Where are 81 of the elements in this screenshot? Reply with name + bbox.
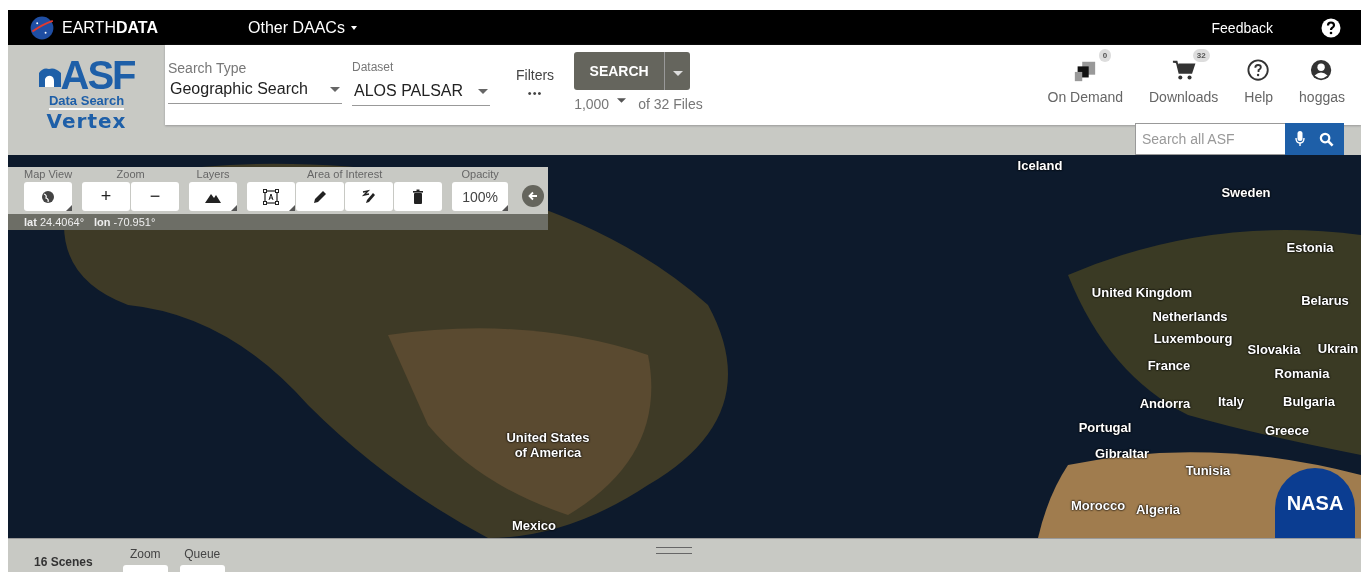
nasa-globe-icon (30, 15, 54, 40)
caret-icon (672, 70, 683, 76)
map-label: Iceland (1017, 158, 1063, 173)
map-label: Estonia (1286, 240, 1334, 255)
dropdown-caret-icon (478, 88, 488, 94)
bounding-box-icon (263, 188, 280, 205)
logo-title: Vertex (46, 110, 127, 132)
dropdown-caret-icon (330, 86, 340, 92)
pencil-icon (312, 188, 329, 205)
map-label: Sweden (1221, 185, 1271, 200)
nav-downloads-button[interactable]: 32 Downloads (1149, 45, 1219, 105)
map-label: Algeria (1135, 502, 1181, 517)
column-label: Zoom (129, 547, 161, 561)
microphone-icon (1295, 131, 1305, 147)
latitude-text: lat 24.4064° (24, 216, 85, 228)
globe-icon (40, 188, 57, 205)
map-label: Luxembourg (1153, 331, 1233, 346)
globe-button[interactable] (24, 182, 73, 211)
mountains-button[interactable] (189, 182, 238, 211)
zoom-button[interactable]: − (131, 182, 180, 211)
feedback-link[interactable]: Feedback (1211, 19, 1273, 36)
count-badge: 32 (1192, 49, 1210, 62)
search-icon (1319, 131, 1334, 147)
map-label: Netherlands (1152, 309, 1228, 324)
results-count: of 32 Files (638, 96, 703, 112)
map-label: Mexico (511, 518, 557, 533)
search-type-dropdown[interactable]: Geographic Search (168, 76, 342, 104)
logo-subtitle: Data Search (48, 93, 125, 110)
map-label: Bulgaria (1283, 394, 1335, 409)
resize-handle[interactable] (656, 547, 692, 554)
toolbar-label: Area of Interest (307, 168, 383, 181)
map-label: Romania (1274, 366, 1330, 381)
left-arrow-icon (527, 190, 540, 202)
zoom-button[interactable]: + (82, 182, 131, 211)
map-label: Greece (1264, 423, 1310, 438)
column-label: Queue (184, 547, 221, 561)
earthdata-logo-text[interactable]: EARTHDATA (62, 18, 158, 37)
site-search-field[interactable]: Search all ASF (1135, 123, 1285, 155)
pencil-zigzag-icon (361, 188, 378, 205)
pencil-button[interactable] (296, 182, 345, 211)
nav-user-button[interactable]: hoggas (1299, 45, 1345, 105)
field-label: Dataset (352, 60, 395, 74)
dataset-dropdown[interactable]: ALOS PALSAR (352, 78, 490, 106)
dropdown-caret-icon (617, 98, 627, 103)
nav-on-demand-button[interactable]: 0 On Demand (1047, 45, 1123, 105)
longitude-text: lon -70.951° (94, 216, 156, 228)
search-options-button[interactable] (664, 52, 691, 90)
map-label: Gibraltar (1094, 446, 1150, 461)
map-label: Andorra (1139, 396, 1191, 411)
nav-help-button[interactable]: Help (1244, 45, 1274, 105)
toolbar-label: Opacity (461, 168, 499, 181)
trash-button[interactable] (394, 182, 443, 211)
filters-button[interactable]: Filters ••• (516, 67, 555, 99)
pencil-zigzag-button[interactable] (345, 182, 394, 211)
map-label: Tunisia (1185, 463, 1231, 478)
help-icon (1246, 59, 1271, 83)
asf-logo-text: ASF (60, 57, 135, 93)
map-label: Belarus (1301, 293, 1349, 308)
map-label: Morocco (1070, 498, 1126, 513)
toolbar-label: Zoom (116, 168, 145, 181)
bounding-box-button[interactable] (247, 182, 296, 211)
help-icon (1321, 17, 1341, 38)
scene-count: 16 Scenes (34, 555, 93, 569)
opacity-button[interactable]: 100% (452, 182, 509, 211)
map-label: United States of America (506, 430, 590, 460)
map-label: Slovakia (1247, 342, 1301, 357)
caret-icon (350, 25, 357, 30)
search-button[interactable]: SEARCH (574, 52, 665, 90)
toolbar-label: Map View (24, 168, 73, 181)
map-label: France (1147, 358, 1191, 373)
max-results-dropdown[interactable]: 1,000 (574, 96, 627, 112)
toolbar-label: Layers (196, 168, 230, 181)
count-badge: 0 (1098, 49, 1112, 62)
map-label: United Kingdom (1091, 285, 1193, 300)
map-label: Portugal (1078, 420, 1132, 435)
collapse-button[interactable] (522, 185, 545, 207)
stacked-squares-icon (1073, 59, 1098, 83)
field-label: Search Type (168, 60, 248, 76)
other-daacs-menu[interactable]: Other DAACs (248, 18, 357, 37)
map-label: Italy (1218, 394, 1244, 409)
map-label: Ukrain (1317, 341, 1359, 356)
